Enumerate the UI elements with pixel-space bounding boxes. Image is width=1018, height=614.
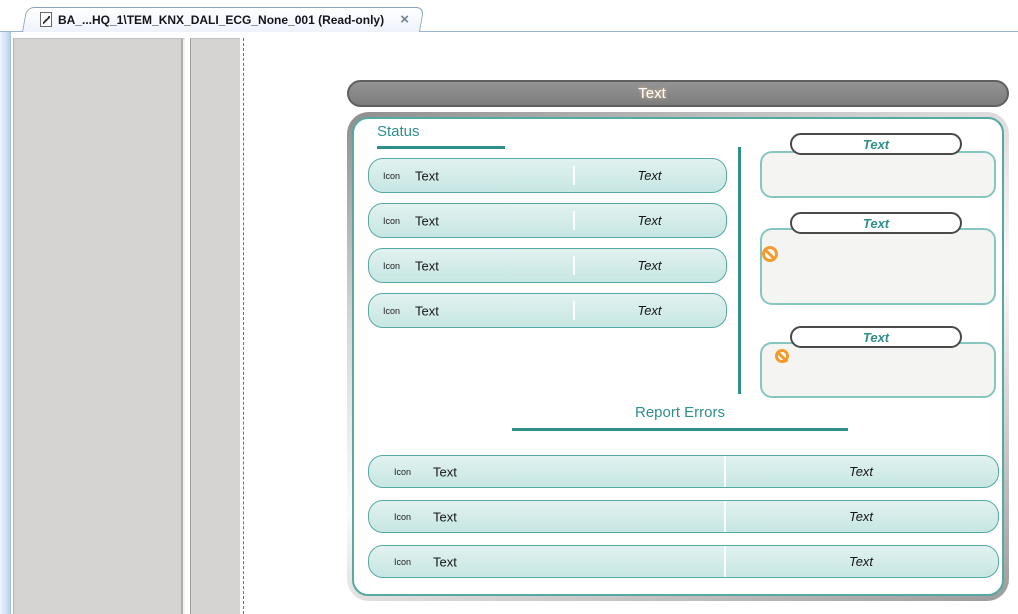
row-label: Text (415, 168, 439, 183)
window-edge-strip (0, 32, 11, 614)
row-label: Text (433, 464, 457, 479)
error-row: Icon Text Text (368, 500, 999, 533)
row-label: Text (415, 258, 439, 273)
report-errors-underline (512, 428, 848, 431)
spinner-group-title: Text (790, 212, 962, 234)
row-value: Text (724, 456, 998, 487)
error-row: Icon Text Text (368, 455, 999, 488)
document-tab[interactable]: BA_...HQ_1\TEM_KNX_DALI_ECG_None_001 (Re… (22, 7, 420, 32)
status-row: Icon Text Text (368, 248, 727, 283)
row-value: Text (724, 501, 998, 532)
switch-group (760, 151, 996, 198)
status-title-underline (377, 146, 505, 149)
controls-divider (738, 147, 741, 394)
row-label: Text (415, 303, 439, 318)
canvas-dashed-guide (243, 38, 244, 614)
error-row: Icon Text Text (368, 545, 999, 578)
drawing-title: Text (638, 85, 666, 102)
row-label: Text (415, 213, 439, 228)
row-icon-placeholder: Icon (394, 557, 411, 567)
status-row: Icon Text Text (368, 158, 727, 193)
status-row: Icon Text Text (368, 203, 727, 238)
status-section-title: Status (377, 123, 420, 140)
drawing-title-bar: Text (347, 80, 1009, 107)
row-value: Text (573, 249, 726, 282)
no-entry-icon (775, 349, 789, 363)
side-panel-wide (13, 38, 185, 614)
tab-title: BA_...HQ_1\TEM_KNX_DALI_ECG_None_001 (Re… (58, 13, 384, 27)
switch-group-title: Text (790, 133, 962, 155)
status-row: Icon Text Text (368, 293, 727, 328)
row-icon-placeholder: Icon (394, 467, 411, 477)
side-panel-narrow (190, 38, 240, 614)
row-icon-placeholder: Icon (383, 306, 400, 316)
scale-group (760, 342, 996, 398)
spinner-group (760, 228, 996, 305)
close-icon[interactable]: × (397, 12, 412, 27)
row-icon-placeholder: Icon (383, 171, 400, 181)
no-entry-icon (762, 246, 778, 262)
row-icon-placeholder: Icon (383, 261, 400, 271)
report-errors-title: Report Errors (512, 404, 848, 421)
row-value: Text (573, 204, 726, 237)
scale-group-title: Text (790, 326, 962, 348)
row-label: Text (433, 509, 457, 524)
row-label: Text (433, 554, 457, 569)
document-icon (40, 12, 52, 27)
row-icon-placeholder: Icon (383, 216, 400, 226)
row-value: Text (573, 159, 726, 192)
application-window: BA_...HQ_1\TEM_KNX_DALI_ECG_None_001 (Re… (0, 0, 1018, 614)
row-value: Text (573, 294, 726, 327)
row-icon-placeholder: Icon (394, 512, 411, 522)
row-value: Text (724, 546, 998, 577)
